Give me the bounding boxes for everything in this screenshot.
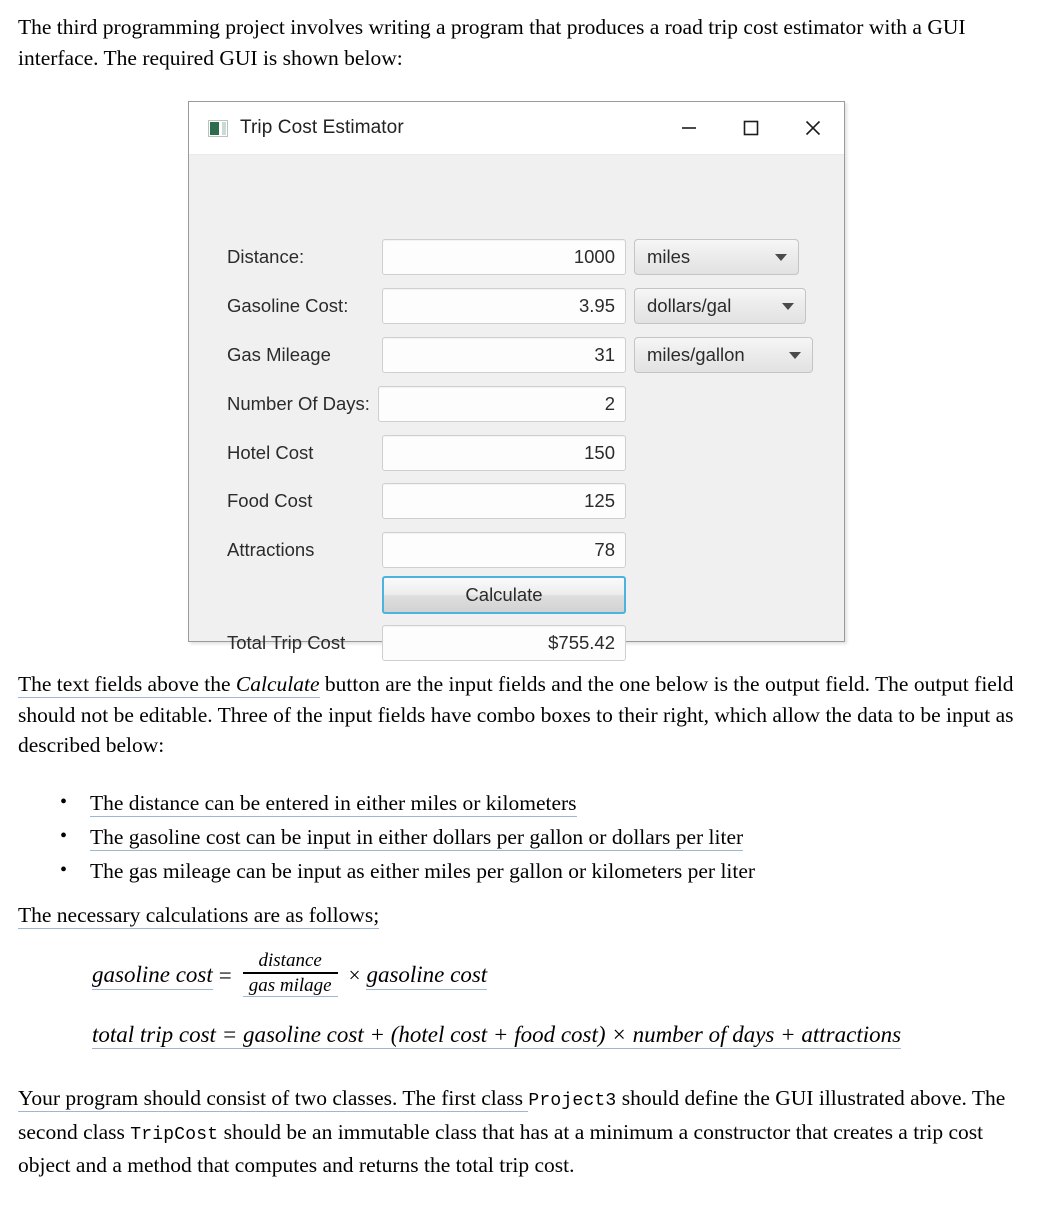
intro-text: The third programming project involves w… (18, 15, 966, 70)
form-row-attractions: Attractions 78 (227, 532, 626, 568)
form-row-food-cost: Food Cost 125 (227, 483, 626, 519)
window-controls (658, 102, 844, 154)
label-hotel-cost: Hotel Cost (227, 442, 314, 463)
bullet-text-1: The gasoline cost can be input in either… (90, 825, 744, 851)
form-row-gas-mileage: Gas Mileage 31 miles/gallon (227, 337, 813, 373)
input-hotel-cost[interactable]: 150 (382, 435, 626, 471)
bullet-text-0: The distance can be entered in either mi… (90, 791, 577, 817)
description-text-part1: The text fields above the (18, 672, 236, 698)
bullet-text-2: The gas mileage can be input as either m… (90, 859, 756, 883)
list-item: The gasoline cost can be input in either… (52, 819, 1050, 854)
classes-paragraph: Your program should consist of two class… (0, 1083, 1050, 1181)
label-food-cost: Food Cost (227, 490, 313, 511)
formula-lhs: gasoline cost (92, 962, 213, 990)
formula-equals: = (218, 962, 232, 988)
window-body: Distance: 1000 miles Gasoline Cost: 3.95… (189, 155, 844, 661)
fraction-denominator: gas milage (242, 972, 338, 997)
output-total-trip-cost: $755.42 (382, 625, 626, 661)
chevron-down-icon (782, 302, 794, 310)
form-row-distance: Distance: 1000 miles (227, 239, 799, 275)
minimize-button[interactable] (658, 102, 720, 154)
calculations-heading: The necessary calculations are as follow… (0, 900, 1034, 931)
formula-rhs: gasoline cost (366, 962, 488, 990)
combo-distance-unit-value: miles (647, 246, 691, 267)
fraction-numerator: distance (258, 950, 322, 971)
form-row-number-of-days: Number Of Days: 2 (227, 386, 626, 422)
list-item: The distance can be entered in either mi… (52, 785, 1050, 820)
input-gas-mileage[interactable]: 31 (382, 337, 626, 373)
minimize-icon (682, 127, 696, 129)
form-row-total-trip-cost: Total Trip Cost $755.42 (227, 625, 626, 661)
window-title: Trip Cost Estimator (240, 117, 404, 138)
close-icon (805, 120, 821, 136)
application-icon (208, 119, 228, 137)
maximize-button[interactable] (720, 102, 782, 154)
maximize-icon (743, 120, 759, 136)
window-titlebar: Trip Cost Estimator (189, 102, 844, 155)
class-name-project3: Project3 (528, 1091, 617, 1111)
chevron-down-icon (775, 253, 787, 261)
formula-total-trip-cost: total trip cost = gasoline cost + (hotel… (92, 1022, 902, 1049)
classes-text-part1: Your program should consist of two class… (18, 1086, 529, 1112)
input-food-cost[interactable]: 125 (382, 483, 626, 519)
label-number-of-days: Number Of Days: (227, 393, 370, 414)
formula-times: × (348, 963, 361, 987)
class-name-tripcost: TripCost (130, 1124, 219, 1145)
trip-cost-estimator-window: Trip Cost Estimator Distance: 1000 miles… (188, 101, 845, 661)
formula-gasoline-cost: gasoline cost = distance gas milage × ga… (92, 950, 488, 999)
combo-gas-mileage-unit-value: miles/gallon (647, 344, 745, 365)
close-button[interactable] (782, 102, 844, 154)
input-distance[interactable]: 1000 (382, 239, 626, 275)
label-total-trip-cost: Total Trip Cost (227, 632, 346, 653)
input-number-of-days[interactable]: 2 (378, 386, 626, 422)
formula-total-text: total trip cost = gasoline cost + (hotel… (92, 1022, 902, 1049)
form-row-gasoline-cost: Gasoline Cost: 3.95 dollars/gal (227, 288, 806, 324)
input-gasoline-cost[interactable]: 3.95 (382, 288, 626, 324)
label-distance: Distance: (227, 246, 305, 267)
calculations-heading-text: The necessary calculations are as follow… (18, 903, 380, 929)
label-gasoline-cost: Gasoline Cost: (227, 295, 349, 316)
combo-distance-unit[interactable]: miles (634, 239, 799, 275)
calculate-button[interactable]: Calculate (382, 576, 626, 614)
description-paragraph: The text fields above the Calculate butt… (0, 669, 1050, 761)
intro-paragraph: The third programming project involves w… (0, 12, 1050, 73)
fraction: distance gas milage (242, 950, 338, 997)
chevron-down-icon (789, 351, 801, 359)
input-attractions[interactable]: 78 (382, 532, 626, 568)
combo-gasoline-cost-unit-value: dollars/gal (647, 295, 732, 316)
calculate-italic-reference: Calculate (235, 672, 320, 698)
label-attractions: Attractions (227, 539, 315, 560)
form-row-hotel-cost: Hotel Cost 150 (227, 435, 626, 471)
list-item: The gas mileage can be input as either m… (52, 853, 1050, 888)
combo-gasoline-cost-unit[interactable]: dollars/gal (634, 288, 806, 324)
input-options-list: The distance can be entered in either mi… (0, 785, 1050, 888)
combo-gas-mileage-unit[interactable]: miles/gallon (634, 337, 813, 373)
label-gas-mileage: Gas Mileage (227, 344, 331, 365)
